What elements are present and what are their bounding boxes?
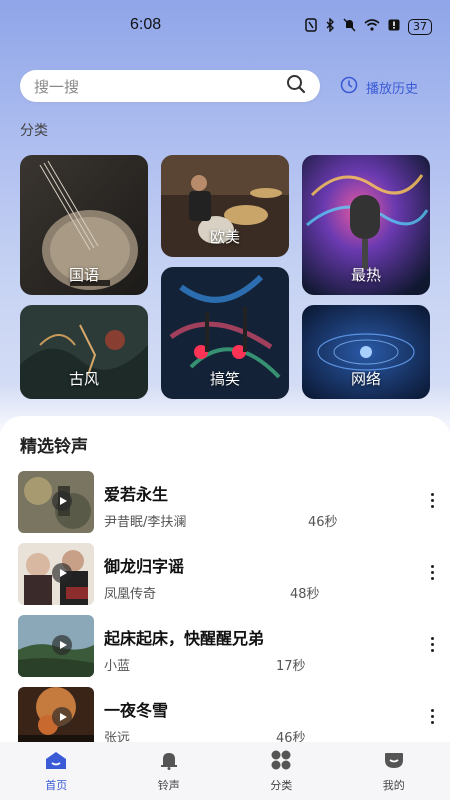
play-history-button[interactable]: 播放历史	[340, 76, 418, 98]
battery-indicator: 37	[408, 18, 432, 35]
wifi-icon	[364, 19, 380, 34]
list-item[interactable]: 一夜冬雪 张远 46秒	[18, 687, 438, 749]
status-time: 6:08	[130, 16, 162, 33]
nav-home[interactable]: 首页	[16, 750, 96, 793]
nav-categories[interactable]: 分类	[241, 750, 321, 793]
song-thumbnail	[18, 615, 94, 677]
category-label: 欧美	[209, 228, 240, 246]
more-options-icon[interactable]	[431, 709, 434, 724]
play-icon[interactable]	[52, 491, 72, 511]
mute-icon	[343, 18, 356, 35]
nav-label: 我的	[382, 778, 405, 792]
featured-title: 精选铃声	[20, 437, 88, 457]
song-duration: 17秒	[276, 659, 306, 674]
song-title: 起床起床，快醒醒兄弟	[104, 629, 265, 648]
category-label: 国语	[68, 266, 99, 284]
nfc-icon	[305, 18, 317, 35]
category-tile-internet[interactable]: 网络	[302, 305, 430, 399]
category-label: 最热	[350, 266, 381, 284]
clock-icon	[340, 76, 358, 98]
song-thumbnail	[18, 471, 94, 533]
play-icon[interactable]	[52, 635, 72, 655]
search-placeholder: 搜一搜	[34, 77, 80, 96]
category-label: 搞笑	[209, 370, 240, 388]
list-item[interactable]: 爱若永生 尹昔眠/李扶澜 46秒	[18, 471, 438, 533]
more-options-icon[interactable]	[431, 637, 434, 652]
song-artist: 尹昔眠/李扶澜	[104, 515, 187, 530]
home-icon	[44, 750, 68, 773]
nav-label: 首页	[45, 778, 68, 792]
search-icon[interactable]	[286, 74, 306, 98]
more-options-icon[interactable]	[431, 565, 434, 580]
list-item[interactable]: 起床起床，快醒醒兄弟 小蓝 17秒	[18, 615, 438, 677]
category-tile-funny[interactable]: 搞笑	[161, 267, 289, 399]
search-input[interactable]: 搜一搜	[20, 70, 320, 102]
nav-label: 铃声	[157, 778, 180, 792]
song-thumbnail	[18, 543, 94, 605]
category-label: 网络	[350, 370, 381, 388]
song-title: 一夜冬雪	[104, 701, 169, 720]
play-icon[interactable]	[52, 707, 72, 727]
nav-profile[interactable]: 我的	[354, 750, 434, 793]
list-item[interactable]: 御龙归字谣 凤凰传奇 48秒	[18, 543, 438, 605]
status-bar: 6:08 37	[0, 0, 450, 52]
category-tile-hottest[interactable]: 最热	[302, 155, 430, 295]
bluetooth-icon	[325, 17, 335, 35]
categories-heading: 分类	[20, 123, 48, 139]
play-history-label: 播放历史	[366, 81, 419, 97]
play-icon[interactable]	[52, 563, 72, 583]
song-thumbnail	[18, 687, 94, 749]
bell-icon	[159, 750, 179, 773]
category-tile-western[interactable]: 欧美	[161, 155, 289, 257]
song-title: 御龙归字谣	[104, 557, 185, 576]
song-duration: 48秒	[290, 587, 320, 602]
song-artist: 小蓝	[104, 659, 131, 674]
profile-icon	[383, 750, 405, 773]
nav-ringtones[interactable]: 铃声	[129, 750, 209, 793]
alert-icon	[388, 19, 400, 34]
category-label: 古风	[68, 370, 99, 388]
song-duration: 46秒	[308, 515, 338, 530]
song-artist: 凤凰传奇	[104, 587, 157, 602]
bottom-navigation: 首页 铃声 分类 我的	[0, 742, 450, 800]
category-tile-mandarin[interactable]: 国语	[20, 155, 148, 295]
grid-icon	[270, 750, 292, 773]
nav-label: 分类	[270, 778, 293, 792]
more-options-icon[interactable]	[431, 493, 434, 508]
status-icons: 37	[305, 17, 432, 35]
song-title: 爱若永生	[104, 485, 169, 504]
category-tile-ancient-style[interactable]: 古风	[20, 305, 148, 399]
